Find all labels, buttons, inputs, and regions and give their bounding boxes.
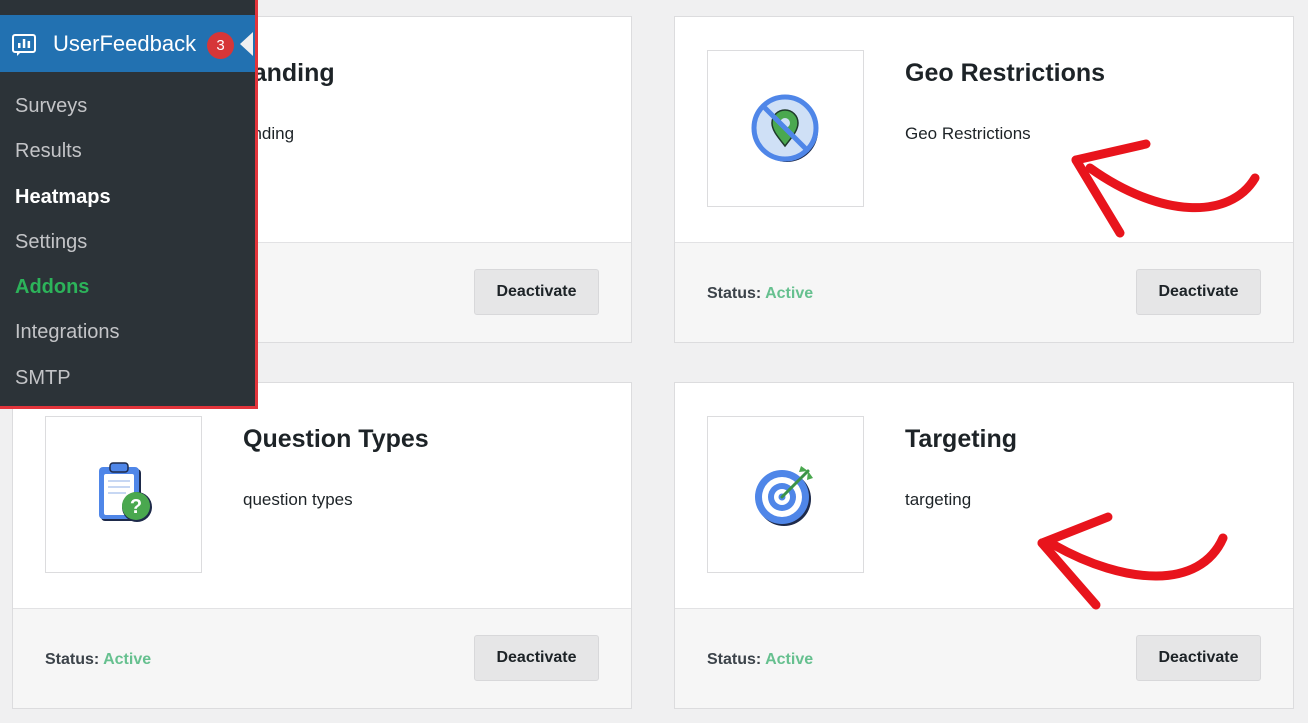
deactivate-button[interactable]: Deactivate bbox=[1136, 635, 1261, 681]
addon-thumbnail bbox=[707, 50, 864, 207]
addon-card-question-types: ? Question Types question types Status: … bbox=[12, 382, 632, 709]
addon-status: Status: Active bbox=[707, 651, 813, 669]
feedback-chart-icon bbox=[12, 34, 36, 56]
status-value: Active bbox=[103, 651, 152, 668]
geo-restriction-icon bbox=[751, 94, 818, 162]
addon-card-footer: Status: Active Deactivate bbox=[675, 242, 1293, 342]
current-menu-pointer bbox=[240, 32, 253, 56]
addon-card-body: Targeting targeting bbox=[675, 383, 1293, 609]
addon-title: Geo Restrictions bbox=[905, 59, 1106, 87]
update-count-badge: 3 bbox=[207, 32, 234, 59]
submenu-item-addons[interactable]: Addons bbox=[0, 265, 255, 310]
addon-thumbnail bbox=[707, 416, 864, 573]
addon-description: Geo Restrictions bbox=[905, 124, 1031, 143]
status-label: Status: bbox=[45, 651, 100, 668]
addon-card-targeting: Targeting targeting Status: Active Deact… bbox=[674, 382, 1294, 709]
status-value: Active bbox=[765, 651, 814, 668]
addon-card-body: Geo Restrictions Geo Restrictions bbox=[675, 17, 1293, 243]
svg-text:?: ? bbox=[129, 496, 141, 518]
addon-card-footer: Status: Active Deactivate bbox=[13, 608, 631, 708]
addon-thumbnail: ? bbox=[45, 416, 202, 573]
status-label: Status: bbox=[707, 651, 762, 668]
status-label: Status: bbox=[707, 285, 762, 302]
submenu-item-smtp[interactable]: SMTP bbox=[0, 356, 255, 401]
addon-title: Targeting bbox=[905, 425, 1018, 453]
addon-description: targeting bbox=[905, 490, 972, 509]
submenu-item-integrations[interactable]: Integrations bbox=[0, 310, 255, 355]
target-icon bbox=[754, 465, 813, 526]
deactivate-button[interactable]: Deactivate bbox=[474, 635, 599, 681]
addon-card-body: ? Question Types question types bbox=[13, 383, 631, 609]
menu-header-userfeedback[interactable]: UserFeedback 3 bbox=[0, 15, 255, 72]
submenu-item-settings[interactable]: Settings bbox=[0, 220, 255, 265]
submenu-item-heatmaps[interactable]: Heatmaps bbox=[0, 175, 255, 220]
submenu-item-surveys[interactable]: Surveys bbox=[0, 84, 255, 129]
admin-menu-userfeedback: UserFeedback 3 Surveys Results Heatmaps … bbox=[0, 0, 258, 409]
addon-title: Question Types bbox=[243, 425, 429, 453]
clipboard-question-icon: ? bbox=[98, 461, 152, 522]
addon-status: Status: Active bbox=[45, 651, 151, 669]
addon-card-geo-restrictions: Geo Restrictions Geo Restrictions Status… bbox=[674, 16, 1294, 343]
addon-description: question types bbox=[243, 490, 353, 509]
deactivate-button[interactable]: Deactivate bbox=[474, 269, 599, 315]
addon-card-footer: Status: Active Deactivate bbox=[675, 608, 1293, 708]
status-value: Active bbox=[765, 285, 814, 302]
submenu-item-results[interactable]: Results bbox=[0, 129, 255, 174]
submenu-list: Surveys Results Heatmaps Settings Addons… bbox=[0, 84, 255, 401]
deactivate-button[interactable]: Deactivate bbox=[1136, 269, 1261, 315]
addon-status: Status: Active bbox=[707, 285, 813, 303]
plugin-name: UserFeedback bbox=[53, 31, 197, 56]
